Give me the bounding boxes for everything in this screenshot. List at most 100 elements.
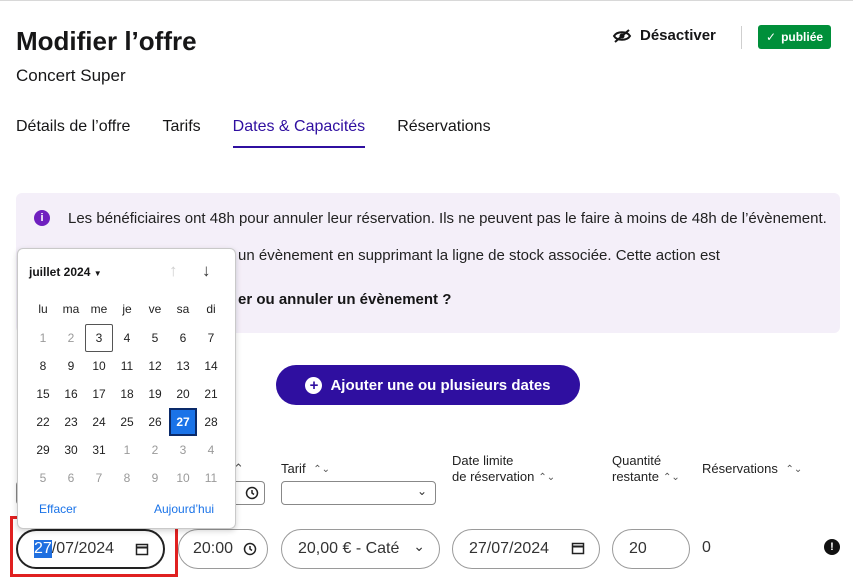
calendar-day[interactable]: 10 xyxy=(169,464,197,492)
sort-icon[interactable]: ⌃⌄ xyxy=(663,470,680,486)
calendar-day[interactable]: 30 xyxy=(57,436,85,464)
tarif-filter-select[interactable]: ⌄ xyxy=(281,481,436,505)
calendar-day[interactable]: 11 xyxy=(113,352,141,380)
weekday-label: ma xyxy=(62,302,80,316)
arrow-down-icon[interactable]: ↓ xyxy=(202,261,211,281)
header-quantite[interactable]: Quantité restante ⌃⌄ xyxy=(612,453,680,486)
calendar-day[interactable]: 14 xyxy=(197,352,225,380)
quantite-value: 20 xyxy=(629,540,647,557)
header-reservations[interactable]: Réservations ⌃⌄ xyxy=(702,461,802,478)
offer-name: Concert Super xyxy=(16,66,126,85)
info-link-visible: er ou annuler un évènement ? xyxy=(238,291,452,308)
calendar-day[interactable]: 19 xyxy=(141,380,169,408)
calendar-day[interactable]: 3 xyxy=(169,436,197,464)
calendar-day[interactable]: 28 xyxy=(197,408,225,436)
quantite-input[interactable]: 20 xyxy=(612,529,690,569)
calendar-day[interactable]: 22 xyxy=(29,408,57,436)
calendar-day-selected[interactable]: 27 xyxy=(169,408,197,436)
tab-dates-capacites[interactable]: Dates & Capacités xyxy=(232,118,366,148)
calendar-day[interactable]: 12 xyxy=(141,352,169,380)
calendar-day-today[interactable]: 3 xyxy=(85,324,113,352)
status-label: publiée xyxy=(781,30,824,44)
calendar-day[interactable]: 7 xyxy=(197,324,225,352)
plus-circle-icon: + xyxy=(305,376,323,394)
sort-icon[interactable]: ⌃⌄ xyxy=(786,462,803,478)
clock-icon[interactable] xyxy=(243,542,257,556)
calendar-day[interactable]: 2 xyxy=(57,324,85,352)
header-tarif[interactable]: Tarif ⌃⌄ xyxy=(281,461,330,478)
weekday-label: ve xyxy=(148,302,162,316)
info-text-2-visible: un évènement en supprimant la ligne de s… xyxy=(238,247,720,264)
reservations-count: 0 xyxy=(702,539,711,556)
calendar-day[interactable]: 13 xyxy=(169,352,197,380)
weekday-label: je xyxy=(122,302,132,316)
calendar-day[interactable]: 2 xyxy=(141,436,169,464)
more-options-icon[interactable]: ! xyxy=(824,539,840,555)
arrow-up-icon[interactable]: ↑ xyxy=(169,261,178,281)
info-text-1: Les bénéficiaires ont 48h pour annuler l… xyxy=(68,210,827,227)
today-button[interactable]: Aujourd’hui xyxy=(154,502,214,516)
calendar-day[interactable]: 17 xyxy=(85,380,113,408)
header-filter-time-partial[interactable] xyxy=(233,481,265,505)
date-limite-input[interactable]: 27/07/2024 xyxy=(452,529,600,569)
sort-icon[interactable]: ⌃⌄ xyxy=(313,462,330,478)
header-date-limite[interactable]: Date limite de réservation ⌃⌄ xyxy=(452,453,555,486)
sort-icon[interactable]: ⌃⌄ xyxy=(538,470,555,486)
calendar-icon[interactable] xyxy=(571,541,585,555)
header-separator xyxy=(741,26,742,49)
info-icon: i xyxy=(34,210,50,226)
calendar-day[interactable]: 9 xyxy=(141,464,169,492)
add-dates-button[interactable]: + Ajouter une ou plusieurs dates xyxy=(276,365,580,405)
calendar-day[interactable]: 25 xyxy=(113,408,141,436)
calendar-day[interactable]: 5 xyxy=(29,464,57,492)
calendar-day[interactable]: 4 xyxy=(113,324,141,352)
calendar-day[interactable]: 15 xyxy=(29,380,57,408)
calendar-day[interactable]: 11 xyxy=(197,464,225,492)
top-divider xyxy=(0,0,853,1)
calendar-day[interactable]: 1 xyxy=(29,324,57,352)
date-picker-popup: juillet 2024 ▼ ↑ ↓ lu ma me je ve sa di … xyxy=(17,248,236,529)
header-quantite-line2: restante xyxy=(612,469,659,484)
month-selector[interactable]: juillet 2024 ▼ xyxy=(29,265,102,279)
calendar-day[interactable]: 31 xyxy=(85,436,113,464)
tab-details[interactable]: Détails de l’offre xyxy=(16,118,130,148)
time-input[interactable]: 20:00 xyxy=(178,529,268,569)
deactivate-button[interactable]: Désactiver xyxy=(612,27,716,44)
header-date-limite-line1: Date limite xyxy=(452,453,514,468)
deactivate-label: Désactiver xyxy=(640,27,716,44)
tab-tarifs[interactable]: Tarifs xyxy=(162,118,200,148)
calendar-day[interactable]: 26 xyxy=(141,408,169,436)
status-badge: ✓ publiée xyxy=(758,25,832,49)
chevron-down-icon: ⌄ xyxy=(413,538,425,554)
clear-button[interactable]: Effacer xyxy=(39,502,77,516)
calendar-day[interactable]: 29 xyxy=(29,436,57,464)
weekday-label: di xyxy=(206,302,216,316)
calendar-day[interactable]: 18 xyxy=(113,380,141,408)
tarif-select[interactable]: 20,00 € - Caté ⌄ xyxy=(281,529,440,569)
calendar-day[interactable]: 21 xyxy=(197,380,225,408)
eye-off-icon xyxy=(612,28,632,43)
tarif-value: 20,00 € - Caté xyxy=(298,540,400,557)
calendar-day[interactable]: 16 xyxy=(57,380,85,408)
tab-reservations[interactable]: Réservations xyxy=(397,118,490,148)
calendar-day[interactable]: 6 xyxy=(57,464,85,492)
chevron-down-icon: ⌄ xyxy=(416,484,427,498)
tab-bar: Détails de l’offre Tarifs Dates & Capaci… xyxy=(16,118,491,148)
weekday-label: sa xyxy=(176,302,190,316)
header-reservations-label: Réservations xyxy=(702,461,778,476)
time-value: 20:00 xyxy=(193,540,234,557)
calendar-day[interactable]: 20 xyxy=(169,380,197,408)
calendar-day[interactable]: 23 xyxy=(57,408,85,436)
calendar-day[interactable]: 4 xyxy=(197,436,225,464)
weekday-label: me xyxy=(90,302,108,316)
calendar-day[interactable]: 5 xyxy=(141,324,169,352)
calendar-day[interactable]: 9 xyxy=(57,352,85,380)
calendar-day[interactable]: 24 xyxy=(85,408,113,436)
header-date-limite-line2: de réservation xyxy=(452,469,535,484)
calendar-day[interactable]: 7 xyxy=(85,464,113,492)
calendar-day[interactable]: 6 xyxy=(169,324,197,352)
calendar-day[interactable]: 8 xyxy=(29,352,57,380)
calendar-day[interactable]: 8 xyxy=(113,464,141,492)
calendar-day[interactable]: 1 xyxy=(113,436,141,464)
calendar-day[interactable]: 10 xyxy=(85,352,113,380)
